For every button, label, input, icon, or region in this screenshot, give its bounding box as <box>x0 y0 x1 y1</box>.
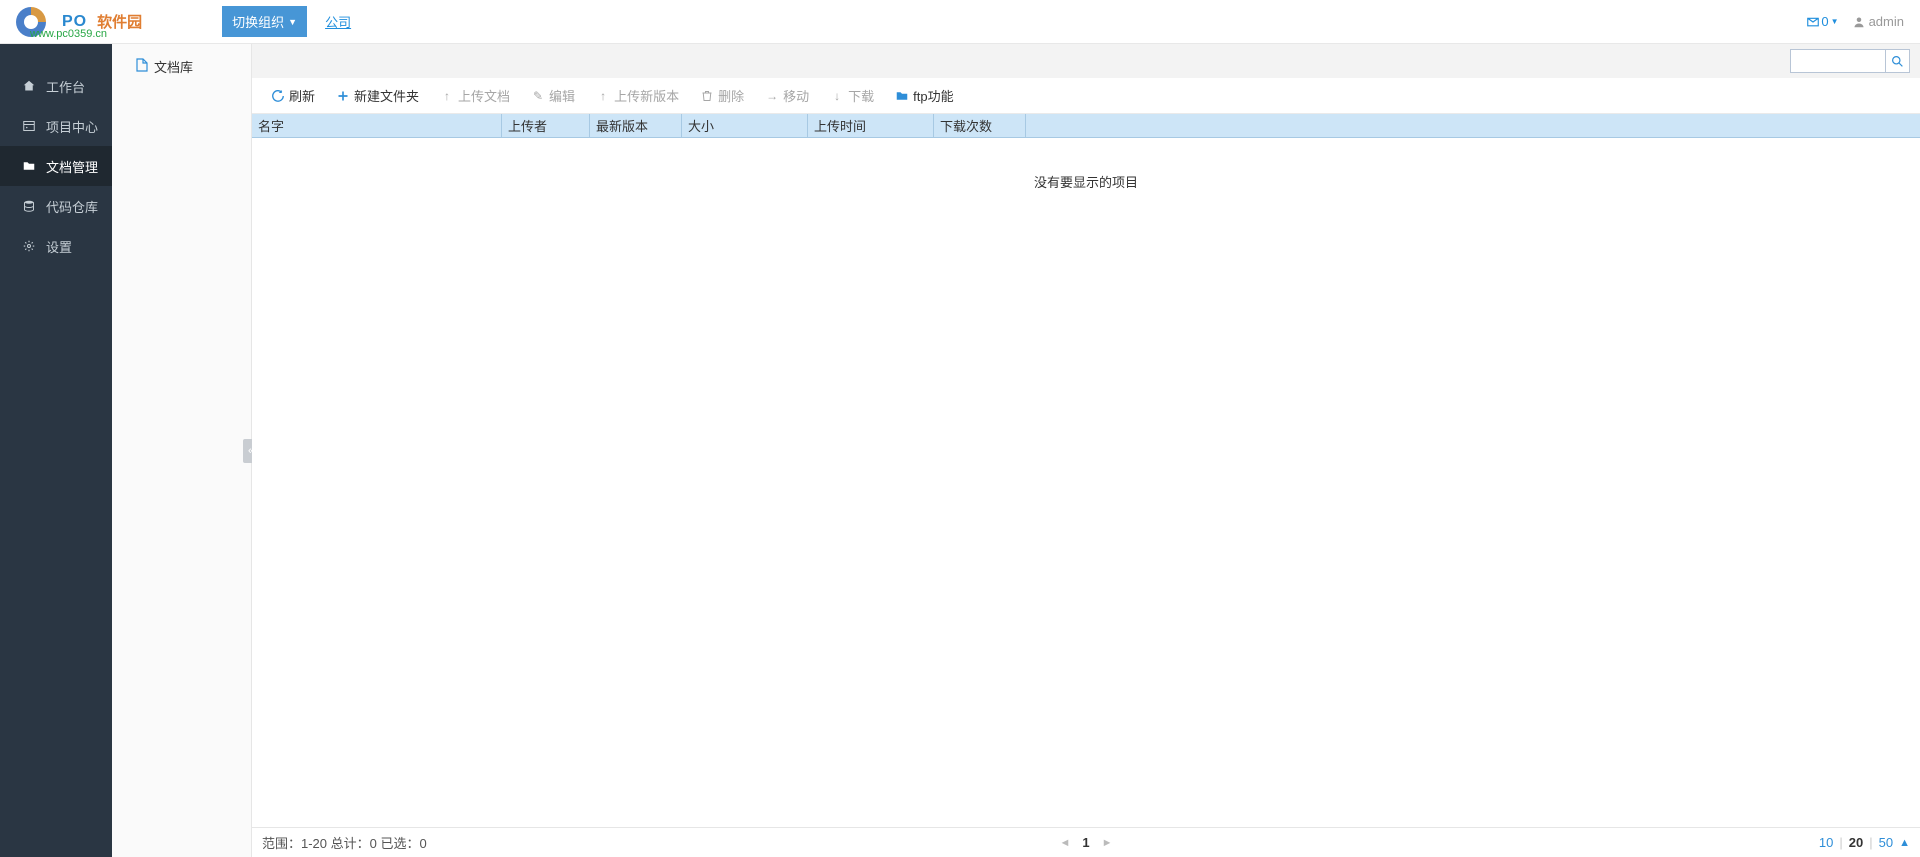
new-folder-label: 新建文件夹 <box>354 86 419 105</box>
user-icon <box>1853 16 1865 28</box>
footer-bar: 范围：1-20 总计：0 已选：0 ◄ 1 ► 10 | 20 | 50 ▲ <box>252 827 1920 857</box>
next-page-button[interactable]: ► <box>1102 837 1113 849</box>
col-size[interactable]: 大小 <box>682 114 808 138</box>
download-button[interactable]: ↓ 下载 <box>821 82 884 109</box>
folder-icon <box>896 90 908 102</box>
page-size-selector: 10 | 20 | 50 ▲ <box>1819 835 1910 850</box>
upload-icon: ↑ <box>597 89 609 103</box>
sidebar-item-documents[interactable]: 文档管理 <box>0 146 112 186</box>
current-page: 1 <box>1082 835 1089 850</box>
mail-count: 0 <box>1821 14 1828 29</box>
mail-button[interactable]: 0 ▼ <box>1807 14 1838 29</box>
table-header: 名字 上传者 最新版本 大小 上传时间 下载次数 <box>252 114 1920 138</box>
upload-doc-label: 上传文档 <box>458 86 510 105</box>
move-label: 移动 <box>783 86 809 105</box>
footer-status: 范围：1-20 总计：0 已选：0 <box>262 833 427 852</box>
refresh-label: 刷新 <box>289 86 315 105</box>
company-link[interactable]: 公司 <box>325 12 351 31</box>
ftp-label: ftp功能 <box>913 86 953 105</box>
trash-icon <box>701 90 713 102</box>
upload-version-button[interactable]: ↑ 上传新版本 <box>587 82 689 109</box>
sidebar-item-label: 项目中心 <box>46 117 98 136</box>
upload-version-label: 上传新版本 <box>614 86 679 105</box>
sidebar-item-settings[interactable]: 设置 <box>0 226 112 266</box>
sidebar-item-projects[interactable]: 项目中心 <box>0 106 112 146</box>
tree-panel: 文档库 « <box>112 44 252 857</box>
sidebar-item-label: 代码仓库 <box>46 197 98 216</box>
search-box <box>1790 49 1910 73</box>
switch-org-label: 切换组织 <box>232 12 284 31</box>
delete-button[interactable]: 删除 <box>691 82 754 109</box>
download-label: 下载 <box>848 86 874 105</box>
col-blank <box>1026 114 1920 138</box>
page-size-50[interactable]: 50 <box>1879 835 1893 850</box>
cog-icon <box>22 240 36 252</box>
search-input[interactable] <box>1791 54 1885 68</box>
search-button[interactable] <box>1885 50 1909 72</box>
main-top-bar <box>252 44 1920 78</box>
layout: 工作台 项目中心 文档管理 代码仓库 设置 文档库 « <box>0 44 1920 857</box>
caret-down-icon: ▼ <box>288 17 297 27</box>
sidebar-item-code[interactable]: 代码仓库 <box>0 186 112 226</box>
move-button[interactable]: → 移动 <box>756 82 819 109</box>
sidebar: 工作台 项目中心 文档管理 代码仓库 设置 <box>0 44 112 857</box>
folder-icon <box>22 160 36 172</box>
arrow-right-icon: → <box>766 89 778 103</box>
main-header: PO 软件园 www.pc0359.cn 切换组织 ▼ 公司 0 ▼ admin <box>0 0 1920 44</box>
search-icon <box>1891 55 1904 68</box>
plus-icon <box>337 90 349 102</box>
header-menu: 切换组织 ▼ 公司 <box>222 6 351 37</box>
ftp-button[interactable]: ftp功能 <box>886 82 963 109</box>
col-version[interactable]: 最新版本 <box>590 114 682 138</box>
sidebar-item-label: 设置 <box>46 237 72 256</box>
refresh-icon <box>272 90 284 102</box>
switch-org-button[interactable]: 切换组织 ▼ <box>222 6 307 37</box>
envelope-icon <box>1807 16 1819 28</box>
page-size-20[interactable]: 20 <box>1849 835 1863 850</box>
download-icon: ↓ <box>831 89 843 103</box>
sidebar-item-workbench[interactable]: 工作台 <box>0 66 112 106</box>
database-icon <box>22 200 36 212</box>
user-menu[interactable]: admin <box>1853 14 1904 29</box>
pagination: ◄ 1 ► <box>1059 835 1112 850</box>
refresh-button[interactable]: 刷新 <box>262 82 325 109</box>
prev-page-button[interactable]: ◄ <box>1059 837 1070 849</box>
page-size-10[interactable]: 10 <box>1819 835 1833 850</box>
col-name[interactable]: 名字 <box>252 114 502 138</box>
separator: | <box>1839 835 1842 850</box>
col-uploader[interactable]: 上传者 <box>502 114 590 138</box>
user-label: admin <box>1869 14 1904 29</box>
new-folder-button[interactable]: 新建文件夹 <box>327 82 429 109</box>
home-icon <box>22 80 36 92</box>
caret-down-icon: ▼ <box>1831 17 1839 26</box>
table-body: 没有要显示的项目 <box>252 138 1920 827</box>
header-right: 0 ▼ admin <box>1807 14 1904 29</box>
col-time[interactable]: 上传时间 <box>808 114 934 138</box>
col-downloads[interactable]: 下载次数 <box>934 114 1026 138</box>
separator: | <box>1869 835 1872 850</box>
delete-label: 删除 <box>718 86 744 105</box>
sidebar-item-label: 文档管理 <box>46 157 98 176</box>
logo-domain: www.pc0359.cn <box>30 28 107 40</box>
empty-message: 没有要显示的项目 <box>1034 172 1138 827</box>
edit-label: 编辑 <box>549 86 575 105</box>
tree-root[interactable]: 文档库 <box>112 54 251 78</box>
tree-root-label: 文档库 <box>154 57 193 76</box>
scroll-top-button[interactable]: ▲ <box>1899 837 1910 849</box>
calendar-icon <box>22 120 36 132</box>
toolbar: 刷新 新建文件夹 ↑ 上传文档 ✎ 编辑 ↑ 上传新版本 删除 <box>252 78 1920 114</box>
pencil-icon: ✎ <box>532 89 544 103</box>
logo: PO 软件园 www.pc0359.cn <box>16 6 142 38</box>
file-icon <box>136 58 148 75</box>
main-content: 刷新 新建文件夹 ↑ 上传文档 ✎ 编辑 ↑ 上传新版本 删除 <box>252 44 1920 857</box>
upload-doc-button[interactable]: ↑ 上传文档 <box>431 82 520 109</box>
sidebar-item-label: 工作台 <box>46 77 85 96</box>
upload-icon: ↑ <box>441 89 453 103</box>
edit-button[interactable]: ✎ 编辑 <box>522 82 585 109</box>
